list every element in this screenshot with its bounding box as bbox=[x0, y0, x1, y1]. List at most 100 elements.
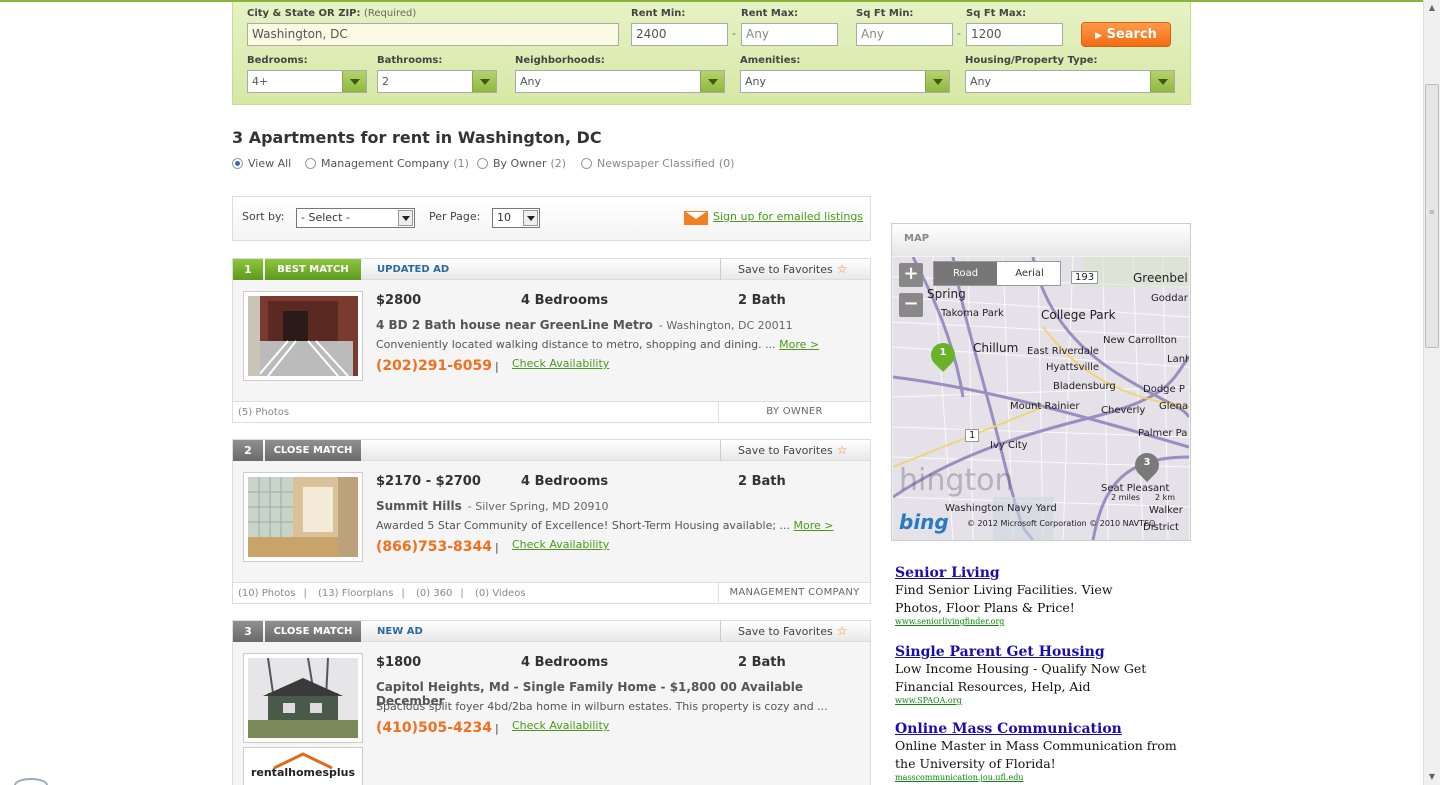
tab-aerial[interactable]: Aerial bbox=[998, 262, 1061, 285]
zoom-in-button[interactable]: + bbox=[899, 263, 923, 287]
scale-miles: 2 miles bbox=[1111, 493, 1140, 502]
ad-title-link[interactable]: Single Parent Get Housing bbox=[895, 644, 1195, 660]
listing-bedrooms: 4 Bedrooms bbox=[521, 293, 609, 308]
tab-road[interactable]: Road bbox=[934, 262, 997, 285]
amenities-select[interactable]: Any bbox=[740, 70, 950, 93]
save-favorites-button[interactable]: Save to Favorites ☆ bbox=[720, 621, 870, 642]
neighborhoods-select[interactable]: Any bbox=[515, 70, 725, 93]
more-link[interactable]: More > bbox=[779, 338, 819, 351]
bedrooms-label: Bedrooms: bbox=[247, 55, 308, 66]
listing-title[interactable]: Summit Hills - Silver Spring, MD 20910 bbox=[376, 499, 609, 513]
bathrooms-select[interactable]: 2 bbox=[377, 70, 497, 93]
listing-card: 3 CLOSE MATCH NEW AD Save to Favorites ☆ … bbox=[232, 620, 871, 785]
rent-min-input[interactable]: 2400 bbox=[631, 23, 728, 46]
page-title: 3 Apartments for rent in Washington, DC bbox=[232, 128, 602, 147]
photos-link[interactable]: (5) Photos bbox=[238, 407, 289, 418]
listing-header: 1 BEST MATCH UPDATED AD Save to Favorite… bbox=[233, 259, 870, 280]
filter-view-all[interactable]: View All bbox=[232, 157, 291, 170]
corner-widget bbox=[14, 778, 48, 785]
photos-link[interactable]: (10) Photos bbox=[238, 588, 295, 599]
chevron-down-icon bbox=[925, 71, 949, 92]
filter-management-company[interactable]: Management Company (1) bbox=[305, 157, 469, 170]
zoom-out-button[interactable]: − bbox=[899, 293, 923, 317]
map-place-label: Cheverly bbox=[1101, 405, 1146, 416]
scroll-up-arrow[interactable]: ▲ bbox=[1424, 0, 1440, 16]
listing-bath: 2 Bath bbox=[738, 293, 786, 308]
tours-link[interactable]: (0) 360 bbox=[416, 588, 452, 599]
range-dash: - bbox=[732, 27, 736, 40]
listing-description: Conveniently located walking distance to… bbox=[376, 338, 820, 351]
listing-photo[interactable] bbox=[243, 653, 363, 743]
sqft-min-input[interactable]: Any bbox=[856, 23, 953, 46]
sqft-max-input[interactable]: 1200 bbox=[966, 23, 1063, 46]
listing-phone: (866)753-8344 bbox=[376, 539, 493, 555]
listing-header: 3 CLOSE MATCH NEW AD Save to Favorites ☆ bbox=[233, 621, 870, 642]
chevron-down-icon bbox=[398, 210, 413, 226]
page-scrollbar[interactable]: ▲ ≡ ▼ bbox=[1423, 0, 1440, 785]
map-place-label: Goddar bbox=[1151, 293, 1188, 304]
videos-link[interactable]: (0) Videos bbox=[475, 588, 526, 599]
search-button[interactable]: ▶ Search bbox=[1081, 22, 1171, 47]
chevron-down-icon bbox=[472, 71, 496, 92]
listing-bedrooms: 4 Bedrooms bbox=[521, 655, 609, 670]
listing-number: 1 bbox=[233, 259, 263, 280]
check-availability-link[interactable]: Check Availability bbox=[512, 538, 609, 551]
rent-max-input[interactable]: Any bbox=[741, 23, 838, 46]
map-canvas[interactable]: + − Road Aerial Greenbel Goddar Spring T… bbox=[893, 257, 1189, 540]
listing-description: Awarded 5 Star Community of Excellence! … bbox=[376, 519, 834, 532]
city-input[interactable]: Washington, DC bbox=[247, 23, 619, 46]
map-place-label: Walker bbox=[1149, 505, 1183, 516]
housing-type-label: Housing/Property Type: bbox=[965, 55, 1098, 66]
map-pin[interactable]: 3 bbox=[1130, 448, 1164, 487]
listing-phone: (410)505-4234 bbox=[376, 720, 493, 736]
map-place-label: New Carrollton bbox=[1103, 335, 1177, 346]
listing-price: $1800 bbox=[376, 655, 422, 670]
listing-card: 2 CLOSE MATCH Save to Favorites ☆ $2170 -… bbox=[232, 439, 871, 604]
check-availability-link[interactable]: Check Availability bbox=[512, 357, 609, 370]
map-place-label: Ivy City bbox=[990, 440, 1028, 451]
radio-icon bbox=[232, 158, 243, 169]
ad-url[interactable]: www.seniorlivingfinder.org bbox=[895, 617, 1195, 626]
scroll-down-arrow[interactable]: ▼ bbox=[1424, 769, 1440, 785]
filter-by-owner[interactable]: By Owner (2) bbox=[477, 157, 566, 170]
listing-title[interactable]: 4 BD 2 Bath house near GreenLine Metro - … bbox=[376, 318, 793, 332]
listing-type: BY OWNER bbox=[718, 402, 870, 422]
map-place-label: Mount Rainier bbox=[1010, 401, 1080, 412]
listing-number: 3 bbox=[233, 621, 263, 642]
listing-price: $2800 bbox=[376, 293, 422, 308]
listing-photo[interactable] bbox=[243, 291, 363, 381]
ad-text: Low Income Housing - Qualify Now Get Fin… bbox=[895, 661, 1147, 694]
ad-url[interactable]: masscommunication.jou.ufl.edu bbox=[895, 773, 1195, 782]
map-place-label: Glenar bbox=[1159, 401, 1189, 412]
map-header: MAP bbox=[892, 224, 1190, 256]
map-place-label: Takoma Park bbox=[941, 308, 1004, 319]
email-signup-link[interactable]: Sign up for emailed listings bbox=[713, 210, 863, 223]
match-badge: CLOSE MATCH bbox=[265, 621, 361, 642]
bedrooms-select[interactable]: 4+ bbox=[247, 70, 367, 93]
save-favorites-button[interactable]: Save to Favorites ☆ bbox=[720, 259, 870, 280]
floorplans-link[interactable]: (13) Floorplans bbox=[318, 588, 393, 599]
sponsored-ad: Online Mass Communication Online Master … bbox=[895, 721, 1195, 782]
map-place-label: Dodge P bbox=[1143, 384, 1185, 395]
more-link[interactable]: More > bbox=[794, 519, 834, 532]
listing-photo[interactable] bbox=[243, 472, 363, 562]
save-favorites-button[interactable]: Save to Favorites ☆ bbox=[720, 440, 870, 461]
ad-tag: UPDATED AD bbox=[377, 264, 450, 275]
map-place-label: Chillum bbox=[973, 341, 1019, 355]
star-icon: ☆ bbox=[836, 624, 848, 638]
filter-newspaper-classified[interactable]: Newspaper Classified (0) bbox=[581, 157, 734, 170]
email-icon bbox=[684, 211, 708, 225]
chevron-down-icon bbox=[700, 71, 724, 92]
housing-type-select[interactable]: Any bbox=[965, 70, 1175, 93]
scrollbar-thumb[interactable]: ≡ bbox=[1425, 84, 1439, 348]
per-page-select[interactable]: 10 bbox=[492, 208, 540, 228]
sort-select[interactable]: - Select - bbox=[296, 208, 415, 228]
ad-title-link[interactable]: Online Mass Communication bbox=[895, 721, 1195, 737]
check-availability-link[interactable]: Check Availability bbox=[512, 719, 609, 732]
sqft-max-label: Sq Ft Max: bbox=[966, 8, 1027, 19]
listing-type: MANAGEMENT COMPANY bbox=[718, 583, 870, 603]
ad-title-link[interactable]: Senior Living bbox=[895, 565, 1195, 581]
map-pin[interactable]: 1 bbox=[926, 338, 960, 377]
listing-footer: (5) Photos BY OWNER bbox=[233, 401, 870, 422]
ad-url[interactable]: www.SPAOA.org bbox=[895, 696, 1195, 705]
